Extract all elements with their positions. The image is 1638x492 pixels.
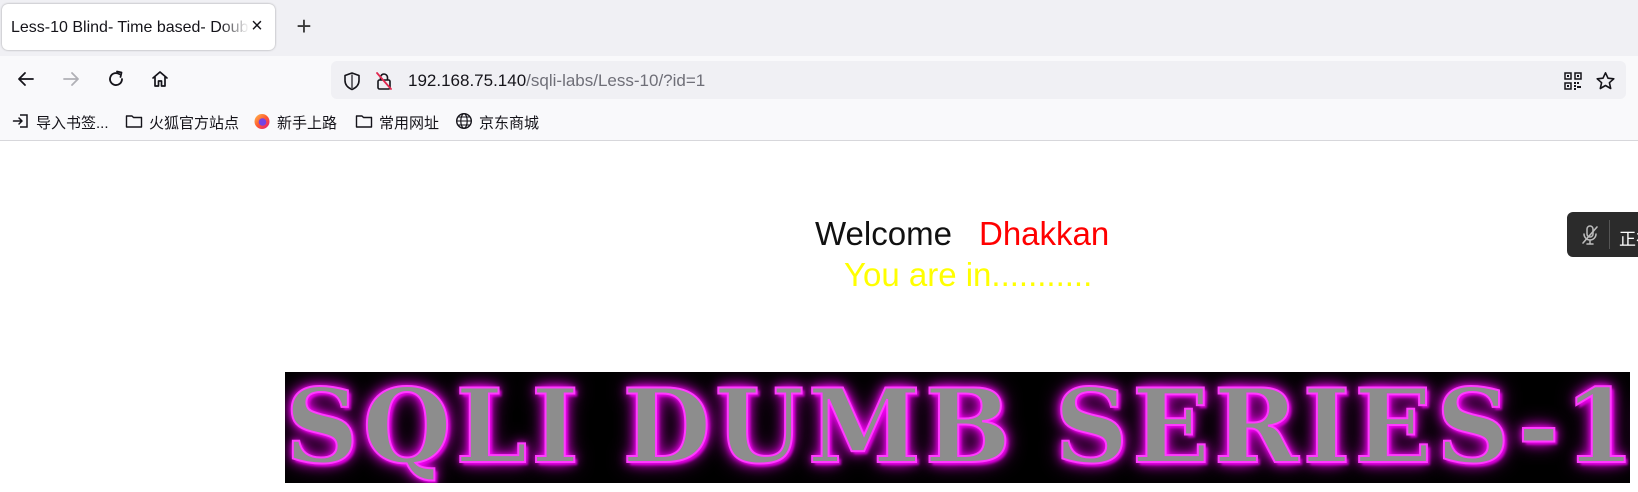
back-arrow-icon [18, 72, 34, 86]
url-path: /sqli-labs/Less-10/?id=1 [526, 71, 706, 90]
firefox-icon [254, 114, 270, 129]
series-banner-image: SQLI DUMB SERIES-10 [285, 372, 1630, 483]
bookmark-label: 新手上路 [277, 115, 338, 132]
insecure-lock-icon[interactable] [374, 71, 394, 91]
folder-icon [125, 115, 143, 128]
banner-text: SQLI DUMB SERIES-10 [285, 372, 1630, 483]
floating-voice-widget[interactable]: 正在 [1567, 212, 1638, 257]
widget-divider [1609, 220, 1610, 249]
username-text: Dhakkan [979, 215, 1110, 252]
navigation-bar: 192.168.75.140/sqli-labs/Less-10/?id=1 [0, 56, 1638, 102]
new-tab-button[interactable]: + [291, 13, 317, 39]
bookmark-label: 京东商城 [479, 115, 540, 132]
bookmark-label: 导入书签... [36, 115, 109, 132]
qr-code-icon[interactable] [1563, 71, 1583, 91]
bookmark-label: 常用网址 [379, 115, 440, 132]
browser-tab[interactable]: Less-10 Blind- Time based- Double Quotes… [2, 4, 275, 50]
widget-status-text: 正在 [1619, 230, 1638, 249]
bookmark-star-icon[interactable] [1595, 71, 1616, 91]
url-host: 192.168.75.140 [408, 71, 527, 90]
url-text[interactable]: 192.168.75.140/sqli-labs/Less-10/?id=1 [408, 71, 705, 91]
back-button[interactable] [8, 56, 44, 102]
home-icon [152, 71, 168, 87]
welcome-text: Welcome [815, 215, 952, 252]
forward-arrow-icon [63, 72, 79, 86]
bookmark-label: 火狐官方站点 [149, 115, 240, 132]
globe-icon [455, 112, 473, 130]
bookmarks-toolbar: 导入书签... 火狐官方站点 新手上路 常用网址 京东商城 [0, 102, 1638, 141]
home-button[interactable] [142, 56, 178, 102]
muted-microphone-icon[interactable] [1580, 224, 1600, 246]
login-status-text: You are in........... [844, 256, 1093, 293]
reload-icon [109, 70, 123, 86]
reload-button[interactable] [98, 56, 134, 102]
close-tab-icon[interactable]: × [247, 16, 267, 36]
tracking-protection-shield-icon[interactable] [342, 71, 362, 91]
forward-button[interactable] [53, 56, 89, 102]
tab-strip: Less-10 Blind- Time based- Double Quotes… [0, 0, 1638, 56]
folder-icon [355, 115, 373, 128]
tab-title: Less-10 Blind- Time based- Double Quotes… [11, 19, 249, 36]
address-bar[interactable]: 192.168.75.140/sqli-labs/Less-10/?id=1 [331, 61, 1626, 99]
import-icon [12, 114, 28, 128]
